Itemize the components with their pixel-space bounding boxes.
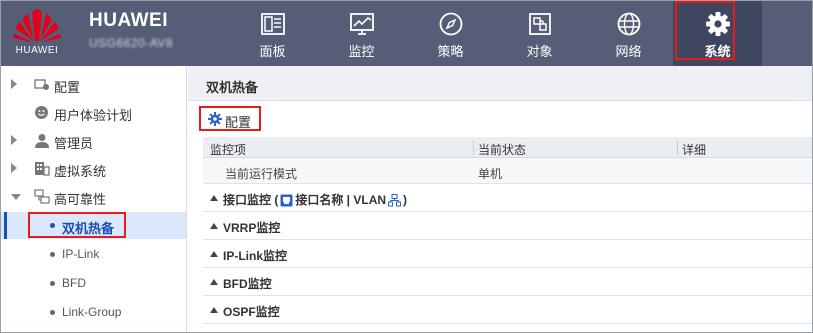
page-header: 双机热备 xyxy=(188,66,812,101)
virtual-system-icon xyxy=(35,162,50,176)
sidebar-subitem-link-group[interactable]: Link-Group xyxy=(1,299,186,326)
sidebar-item-virtual-system[interactable]: 虚拟系统 xyxy=(1,155,186,182)
nav-label: 对象 xyxy=(526,44,553,59)
sidebar-item-user-experience[interactable]: 用户体验计划 xyxy=(1,99,186,126)
sidebar-item-high-availability[interactable]: 高可靠性 xyxy=(1,183,186,210)
brand-area: HUAWEI xyxy=(1,1,73,66)
bullet-dot xyxy=(50,310,55,315)
sidebar-item-label: 管理员 xyxy=(54,136,94,151)
column-divider xyxy=(473,140,474,155)
group-label: 接口监控 ( 接口名称 | VLAN) xyxy=(223,191,407,208)
brand-logo-text: HUAWEI xyxy=(15,45,59,56)
compass-icon xyxy=(439,12,463,36)
group-label: IP-Link监控 xyxy=(223,249,288,263)
interface-port-icon xyxy=(280,194,293,207)
sidebar-item-label: 虚拟系统 xyxy=(54,164,107,179)
highlight-box xyxy=(675,1,735,60)
collapse-triangle-icon[interactable] xyxy=(210,195,218,201)
sidebar-item-label: 配置 xyxy=(54,80,81,95)
config-icon xyxy=(34,79,49,90)
collapse-triangle-icon[interactable] xyxy=(210,279,218,285)
collapse-triangle-icon[interactable] xyxy=(210,251,218,257)
product-title: HUAWEI xyxy=(89,10,168,31)
highlight-box xyxy=(28,212,126,238)
group-label: OSPF监控 xyxy=(223,305,280,319)
nav-label: 网络 xyxy=(615,44,642,59)
page-title: 双机热备 xyxy=(206,80,259,95)
column-header-detail: 详细 xyxy=(682,143,707,157)
vlan-network-icon xyxy=(388,194,402,207)
sidebar-item-label: 用户体验计划 xyxy=(54,108,133,123)
sidebar-subitem-ip-link[interactable]: IP-Link xyxy=(1,241,186,268)
collapse-arrow-icon[interactable] xyxy=(11,194,21,200)
nav-label: 面板 xyxy=(259,44,286,59)
nav-tab-policy[interactable]: 策略 xyxy=(406,1,495,66)
group-label-mid: 接口名称 | VLAN xyxy=(295,193,387,207)
group-label-suffix: ) xyxy=(403,193,408,207)
huawei-logo-icon xyxy=(13,9,61,42)
globe-icon xyxy=(617,12,641,36)
group-ospf-monitor[interactable]: OSPF监控 xyxy=(203,296,812,324)
main-nav: 面板 监控 策略 对象 网络 系统 xyxy=(228,1,762,66)
column-header-item: 监控项 xyxy=(210,143,247,157)
main-content: 双机热备 配置 监控项 当前状态 详细 当前运行模式 单机 接口监控 (接口名… xyxy=(188,66,812,332)
sidebar: 配置 用户体验计划 管理员 虚拟系统 高可靠性 双机热备 IP-Link BFD… xyxy=(1,66,187,332)
cell-item: 当前运行模式 xyxy=(225,167,298,181)
sidebar-item-label: 高可靠性 xyxy=(54,192,107,207)
sidebar-subitem-label: IP-Link xyxy=(62,247,100,261)
toolbar: 配置 xyxy=(188,102,812,136)
sidebar-subitem-label: Link-Group xyxy=(62,305,122,319)
collapse-triangle-icon[interactable] xyxy=(210,307,218,313)
sidebar-item-admin[interactable]: 管理员 xyxy=(1,127,186,154)
dashboard-icon xyxy=(261,13,285,35)
cell-status: 单机 xyxy=(478,167,503,181)
group-vrrp-monitor[interactable]: VRRP监控 xyxy=(203,212,812,240)
collapse-triangle-icon[interactable] xyxy=(210,223,218,229)
selection-indicator xyxy=(4,212,7,239)
table-row: 当前运行模式 单机 xyxy=(203,158,812,184)
bullet-dot xyxy=(50,252,55,257)
group-ip-link-monitor[interactable]: IP-Link监控 xyxy=(203,240,812,268)
config-button-label: 配置 xyxy=(225,115,252,130)
column-header-status: 当前状态 xyxy=(478,143,527,157)
sidebar-subitem-bfd[interactable]: BFD xyxy=(1,270,186,297)
group-label: VRRP监控 xyxy=(223,221,281,235)
nav-label: 策略 xyxy=(437,44,464,59)
nav-tab-system[interactable]: 系统 xyxy=(673,1,762,66)
column-divider xyxy=(677,140,678,155)
sidebar-subitem-label: BFD xyxy=(62,276,86,290)
nav-tab-object[interactable]: 对象 xyxy=(495,1,584,66)
monitor-chart-icon xyxy=(350,13,374,35)
group-bfd-monitor[interactable]: BFD监控 xyxy=(203,268,812,296)
admin-user-icon xyxy=(35,134,49,148)
high-availability-icon xyxy=(34,189,50,204)
expand-arrow-icon[interactable] xyxy=(11,79,17,89)
monitor-table: 监控项 当前状态 详细 当前运行模式 单机 接口监控 ( 接口名称 | VLAN)… xyxy=(203,137,812,324)
expand-arrow-icon[interactable] xyxy=(11,135,17,145)
settings-gear-icon xyxy=(208,112,222,126)
top-header: HUAWEI HUAWEI USG6620-AV8 面板 监控 策略 对象 网络… xyxy=(1,1,812,66)
sidebar-item-config[interactable]: 配置 xyxy=(1,71,186,98)
nav-tab-monitor[interactable]: 监控 xyxy=(317,1,406,66)
table-header: 监控项 当前状态 详细 xyxy=(203,137,812,158)
expand-arrow-icon[interactable] xyxy=(11,163,17,173)
config-button[interactable]: 配置 xyxy=(199,106,261,131)
nav-tab-network[interactable]: 网络 xyxy=(584,1,673,66)
smiley-icon xyxy=(35,106,48,119)
group-label-prefix: 接口监控 ( xyxy=(223,193,279,207)
app-window: HUAWEI HUAWEI USG6620-AV8 面板 监控 策略 对象 网络… xyxy=(0,0,813,333)
group-label: BFD监控 xyxy=(223,277,272,291)
object-icon xyxy=(529,13,551,35)
sidebar-subitem-hot-standby[interactable]: 双机热备 xyxy=(1,212,186,239)
bullet-dot xyxy=(50,281,55,286)
group-interface-monitor[interactable]: 接口监控 ( 接口名称 | VLAN) xyxy=(203,184,812,212)
nav-tab-dashboard[interactable]: 面板 xyxy=(228,1,317,66)
device-name: USG6620-AV8 xyxy=(89,36,173,50)
nav-label: 监控 xyxy=(348,44,375,59)
